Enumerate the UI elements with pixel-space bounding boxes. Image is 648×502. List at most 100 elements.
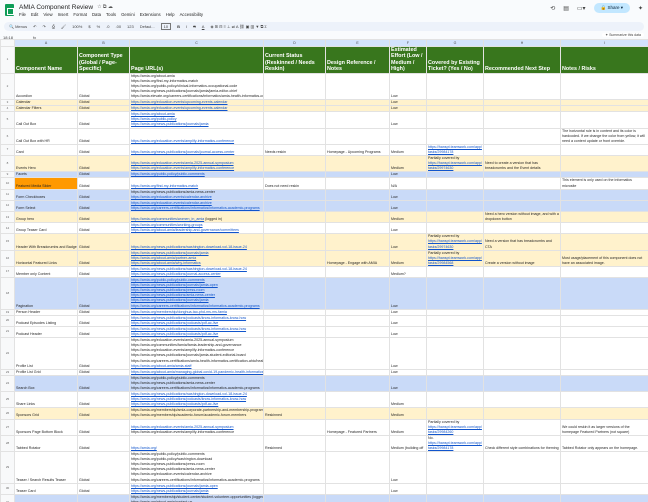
ticket-cell[interactable]: [426, 493, 484, 502]
component-type-cell[interactable]: Global: [77, 155, 130, 173]
component-type-cell[interactable]: Global: [77, 210, 130, 224]
paint-format-icon[interactable]: 🖌: [61, 24, 66, 29]
status-cell[interactable]: [263, 233, 326, 251]
component-name-cell[interactable]: Featured Media Slider: [14, 177, 78, 190]
next-step-cell[interactable]: [483, 314, 561, 327]
strikethrough-button[interactable]: S: [193, 24, 196, 29]
row-number[interactable]: 27: [0, 418, 15, 436]
design-reference-cell[interactable]: Homepage - Featured Partners: [325, 418, 390, 436]
effort-cell[interactable]: Low: [389, 72, 427, 101]
notes-cell[interactable]: Most usage/placement of this component d…: [560, 249, 648, 267]
page-url[interactable]: https://amia.org/news-publications/journ…: [131, 484, 218, 487]
effort-cell[interactable]: [389, 127, 427, 145]
spreadsheet-grid[interactable]: ABCDEFGHI 1 Component Name Component Type …: [0, 39, 648, 502]
status-cell[interactable]: [263, 210, 326, 224]
next-step-cell[interactable]: [483, 143, 561, 157]
row-number[interactable]: 20: [0, 314, 15, 327]
next-step-cell[interactable]: [483, 188, 561, 201]
page-urls-cell[interactable]: https://amia.org/education-events/calend…: [129, 199, 264, 212]
component-type-cell[interactable]: Global: [77, 188, 130, 201]
page-urls-cell[interactable]: https://amia.org/news-publications/washi…: [129, 265, 264, 279]
menu-insert[interactable]: Insert: [58, 12, 69, 17]
effort-cell[interactable]: Low: [389, 233, 427, 251]
page-url[interactable]: https://amia.org/news-publications/podca…: [131, 327, 246, 330]
page-url[interactable]: https://amia.org/careers-certifications/…: [131, 304, 260, 308]
component-name-cell[interactable]: Group Teaser Card: [14, 222, 78, 235]
comments-icon[interactable]: ▤: [563, 5, 569, 12]
component-name-cell[interactable]: Podcast Episodes Listing: [14, 314, 78, 327]
menu-edit[interactable]: Edit: [31, 12, 38, 17]
component-name-cell[interactable]: Profile List: [14, 337, 78, 370]
design-reference-cell[interactable]: Homepage - Upcoming Programs: [325, 143, 390, 157]
ticket-cell[interactable]: [426, 314, 484, 327]
design-reference-cell[interactable]: [325, 374, 390, 393]
effort-cell[interactable]: Low: [389, 451, 427, 484]
design-reference-cell[interactable]: [325, 188, 390, 201]
notes-cell[interactable]: [560, 72, 648, 101]
row-number[interactable]: 31: [0, 493, 15, 502]
next-step-cell[interactable]: [483, 277, 561, 310]
page-url[interactable]: https://amia.org/about-amia/amia-staff: [131, 364, 191, 368]
menu-accessibility[interactable]: Accessibility: [180, 12, 203, 17]
status-cell[interactable]: [263, 188, 326, 201]
ticket-cell[interactable]: Partially covered by https://hanspt.teamw…: [426, 249, 484, 267]
design-reference-cell[interactable]: [325, 325, 390, 339]
ticket-cell[interactable]: [426, 265, 484, 279]
redo-icon[interactable]: ↷: [42, 24, 45, 29]
page-url[interactable]: https://amia.org/news-publications/amia-…: [131, 293, 215, 297]
page-url[interactable]: https://amia.org/news-publications/journ…: [131, 272, 221, 276]
page-url[interactable]: https://amia.org/education-events/amia-2…: [131, 161, 233, 165]
page-urls-cell[interactable]: https://amia.org/communities/women_in_am…: [129, 210, 264, 224]
page-url[interactable]: https://amia.org/find-my-informatics-mat…: [131, 184, 198, 188]
next-step-cell[interactable]: [483, 325, 561, 339]
component-type-cell[interactable]: Global: [77, 493, 130, 502]
row-number[interactable]: 15: [0, 233, 15, 251]
effort-cell[interactable]: Medium: [389, 210, 427, 224]
component-name-cell[interactable]: Share Links: [14, 391, 78, 409]
menu-view[interactable]: View: [43, 12, 52, 17]
page-urls-cell[interactable]: https://amia.org/education-events/amia-2…: [129, 418, 264, 436]
share-button[interactable]: 🔒 Share ▾: [593, 3, 630, 13]
component-name-cell[interactable]: Group hero: [14, 210, 78, 224]
next-step-cell[interactable]: [483, 418, 561, 436]
status-cell[interactable]: [263, 155, 326, 173]
notes-cell[interactable]: [560, 482, 648, 495]
component-name-cell[interactable]: Member only Content: [14, 265, 78, 279]
ticket-link[interactable]: https://hanspt.teamwork.com/app/tasks/29…: [428, 425, 482, 434]
page-url[interactable]: https://amia.org/public-policy: [131, 117, 177, 121]
row-number[interactable]: 22: [0, 337, 15, 370]
design-reference-cell[interactable]: [325, 127, 390, 145]
design-reference-cell[interactable]: [325, 222, 390, 235]
column-header-h[interactable]: H: [483, 39, 561, 47]
page-urls-cell[interactable]: https://amia.org/find-my-informatics-mat…: [129, 177, 264, 190]
design-reference-cell[interactable]: [325, 314, 390, 327]
page-urls-cell[interactable]: https://amia.org/education-events/amia-2…: [129, 155, 264, 173]
row-number[interactable]: 7: [0, 143, 15, 157]
page-url[interactable]: https://amia.org/: [131, 446, 157, 450]
page-url[interactable]: https://amia.org/education-events/upcomi…: [131, 107, 228, 110]
ticket-link[interactable]: https://hanspt.teamwork.com/app/tasks/29…: [428, 441, 482, 450]
notes-cell[interactable]: [560, 265, 648, 279]
ticket-cell[interactable]: [426, 391, 484, 409]
page-url[interactable]: https://amia.org/news-publications/podca…: [131, 321, 218, 325]
ticket-cell[interactable]: [426, 72, 484, 101]
page-urls-cell[interactable]: https://amia.org/public-policy/public-co…: [129, 451, 264, 484]
component-type-cell[interactable]: Global: [77, 72, 130, 101]
component-type-cell[interactable]: Global: [77, 407, 130, 420]
currency-button[interactable]: $: [88, 24, 90, 29]
effort-cell[interactable]: Medium: [389, 391, 427, 409]
component-name-cell[interactable]: Podcast Header: [14, 325, 78, 339]
page-urls-cell[interactable]: https://amia.org/news-publications/washi…: [129, 233, 264, 251]
percent-button[interactable]: %: [97, 24, 101, 29]
status-cell[interactable]: [263, 482, 326, 495]
status-cell[interactable]: Does not need reskin: [263, 177, 326, 190]
status-cell[interactable]: Needs reskin: [263, 143, 326, 157]
column-header-b[interactable]: B: [77, 39, 130, 47]
notes-cell[interactable]: This element is only used on the informa…: [560, 177, 648, 190]
effort-cell[interactable]: Low: [389, 111, 427, 129]
history-icon[interactable]: ⟲: [550, 5, 555, 12]
notes-cell[interactable]: We could reskin it as larger versions of…: [560, 418, 648, 436]
notes-cell[interactable]: [560, 391, 648, 409]
row-number[interactable]: 8: [0, 155, 15, 173]
design-reference-cell[interactable]: [325, 72, 390, 101]
